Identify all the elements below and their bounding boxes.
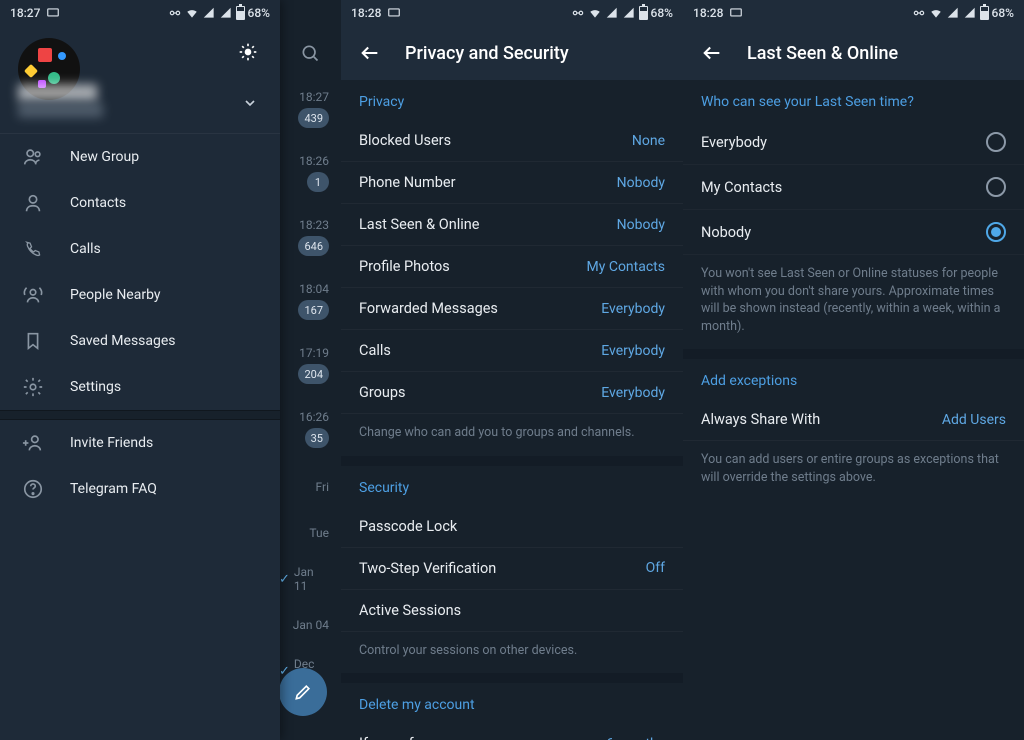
invite-icon: [22, 432, 44, 454]
row-profile-photos[interactable]: Profile PhotosMy Contacts: [341, 246, 683, 288]
row-if-away-for[interactable]: If away for6 months: [341, 723, 683, 740]
wifi-icon: [185, 6, 199, 20]
compose-fab[interactable]: [279, 668, 327, 716]
option-everybody[interactable]: Everybody: [683, 120, 1024, 165]
chat-row[interactable]: 18:04167: [279, 272, 341, 336]
chat-row[interactable]: 17:19204: [279, 336, 341, 400]
person-icon: [22, 192, 44, 214]
section-security: Security: [341, 466, 683, 506]
row-phone-number[interactable]: Phone NumberNobody: [341, 162, 683, 204]
row-passcode[interactable]: Passcode Lock: [341, 506, 683, 548]
signal-icon: [946, 6, 960, 20]
page-title: Last Seen & Online: [747, 43, 898, 64]
option-my-contacts[interactable]: My Contacts: [683, 165, 1024, 210]
bookmark-icon: [22, 330, 44, 352]
battery-icon: 68%: [639, 6, 673, 20]
menu-new-group[interactable]: New Group: [0, 134, 280, 180]
radio-icon: [986, 222, 1006, 242]
signal-icon: [605, 6, 619, 20]
back-button[interactable]: [359, 42, 381, 64]
back-button[interactable]: [701, 42, 723, 64]
chat-row[interactable]: Jan 04: [279, 602, 341, 648]
status-time: 18:27: [10, 6, 40, 20]
chat-row[interactable]: 18:23646: [279, 208, 341, 272]
section-delete: Delete my account: [341, 683, 683, 723]
status-time: 18:28: [693, 6, 723, 20]
signal-icon: [202, 6, 216, 20]
battery-icon: 68%: [236, 6, 270, 20]
section-exceptions: Add exceptions: [683, 359, 1024, 399]
row-calls[interactable]: CallsEverybody: [341, 330, 683, 372]
cast-icon: [46, 6, 60, 20]
nearby-icon: [22, 284, 44, 306]
account-name: ████████: [18, 84, 262, 101]
row-forwarded[interactable]: Forwarded MessagesEverybody: [341, 288, 683, 330]
menu-invite-friends[interactable]: Invite Friends: [0, 420, 280, 466]
radio-icon: [986, 177, 1006, 197]
group-icon: [22, 146, 44, 168]
row-active-sessions[interactable]: Active Sessions: [341, 590, 683, 632]
cast-icon: [387, 6, 401, 20]
cast-icon: [729, 6, 743, 20]
account-phone: ██████████: [18, 103, 262, 117]
vpn-icon: [912, 6, 926, 20]
row-two-step[interactable]: Two-Step VerificationOff: [341, 548, 683, 590]
vpn-icon: [571, 6, 585, 20]
signal-icon: [219, 6, 233, 20]
theme-toggle-icon[interactable]: [238, 42, 258, 62]
row-last-seen[interactable]: Last Seen & OnlineNobody: [341, 204, 683, 246]
row-blocked-users[interactable]: Blocked UsersNone: [341, 120, 683, 162]
check-icon: ✓: [279, 572, 290, 587]
wifi-icon: [588, 6, 602, 20]
section-privacy: Privacy: [341, 80, 683, 120]
chat-row[interactable]: ✓Jan 11: [279, 556, 341, 602]
battery-icon: 68%: [980, 6, 1014, 20]
search-icon[interactable]: [279, 26, 341, 80]
phone-icon: [22, 238, 44, 260]
page-title: Privacy and Security: [405, 43, 569, 64]
help-icon: [22, 478, 44, 500]
vpn-icon: [168, 6, 182, 20]
section-who: Who can see your Last Seen time?: [683, 80, 1024, 120]
chat-row[interactable]: 16:2635: [279, 400, 341, 464]
option-nobody[interactable]: Nobody: [683, 210, 1024, 255]
hint-security: Control your sessions on other devices.: [341, 632, 683, 674]
row-always-share-with[interactable]: Always Share WithAdd Users: [683, 399, 1024, 441]
menu-people-nearby[interactable]: People Nearby: [0, 272, 280, 318]
hint-privacy: Change who can add you to groups and cha…: [341, 414, 683, 456]
menu-settings[interactable]: Settings: [0, 364, 280, 410]
wifi-icon: [929, 6, 943, 20]
chat-row[interactable]: Tue: [279, 510, 341, 556]
chat-row[interactable]: 18:27439: [279, 80, 341, 144]
radio-icon: [986, 132, 1006, 152]
menu-saved-messages[interactable]: Saved Messages: [0, 318, 280, 364]
chat-row[interactable]: 18:261: [279, 144, 341, 208]
menu-contacts[interactable]: Contacts: [0, 180, 280, 226]
menu-faq[interactable]: Telegram FAQ: [0, 466, 280, 512]
hint-exceptions: You can add users or entire groups as ex…: [683, 441, 1024, 500]
status-time: 18:28: [351, 6, 381, 20]
gear-icon: [22, 376, 44, 398]
signal-icon: [963, 6, 977, 20]
menu-calls[interactable]: Calls: [0, 226, 280, 272]
row-groups[interactable]: GroupsEverybody: [341, 372, 683, 414]
hint-who: You won't see Last Seen or Online status…: [683, 255, 1024, 349]
chat-row[interactable]: Fri: [279, 464, 341, 510]
signal-icon: [622, 6, 636, 20]
